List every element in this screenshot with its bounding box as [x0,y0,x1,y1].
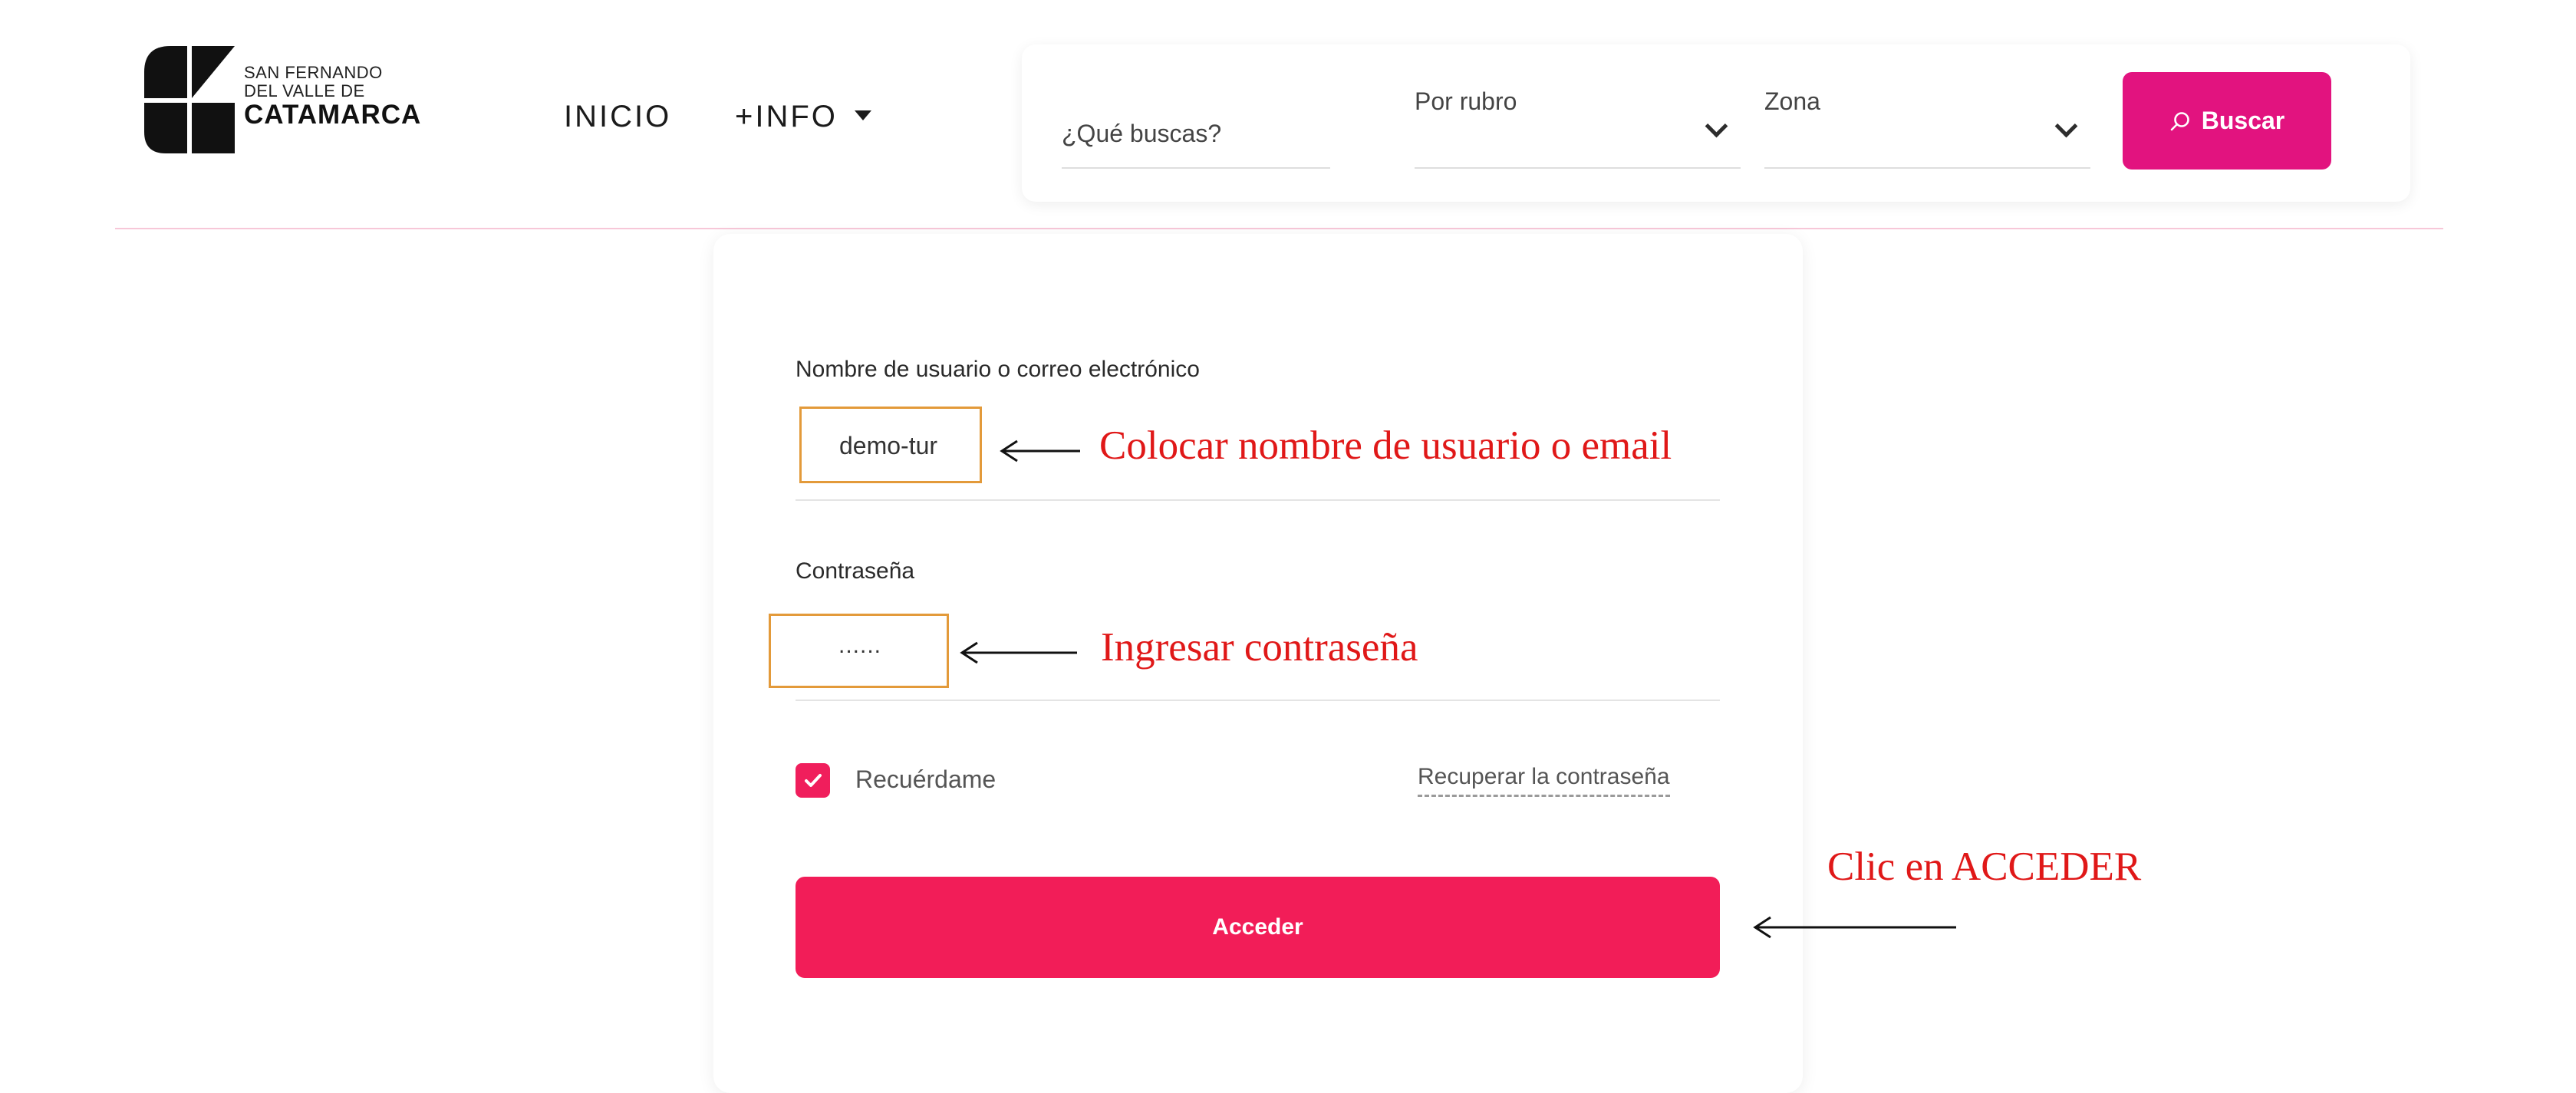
logo-wordmark: SAN FERNANDO DEL VALLE DE CATAMARCA [244,63,422,130]
search-query-placeholder: ¿Qué buscas? [1062,120,1222,147]
logo-line-2: DEL VALLE DE [244,81,365,100]
magnifier-icon [2170,111,2189,130]
password-label: Contraseña [796,558,915,584]
username-label: Nombre de usuario o correo electrónico [796,357,1200,382]
username-underline [796,499,1720,501]
rubro-select-label: Por rubro [1415,87,1517,115]
site-logo[interactable]: SAN FERNANDO DEL VALLE DE CATAMARCA [144,46,436,153]
zona-select-label: Zona [1764,87,1820,115]
nav-inicio[interactable]: INICIO [564,100,671,134]
search-panel: ¿Qué buscas? Por rubro Zona Buscar [1022,44,2410,202]
password-underline [796,700,1720,701]
search-button-label: Buscar [2201,107,2285,134]
arrow-left-icon [1753,916,1956,939]
nav-info-dropdown[interactable]: +INFO [735,100,871,134]
password-value: ...... [838,633,882,658]
username-value: demo-tur [839,432,938,459]
chevron-down-icon [2054,114,2078,138]
acceder-button[interactable]: Acceder [796,877,1720,978]
recover-password-link[interactable]: Recuperar la contraseña [1418,764,1670,797]
logo-line-1: SAN FERNANDO [244,63,383,82]
annotation-username: Colocar nombre de usuario o email [1099,423,1672,468]
check-icon [804,773,822,787]
san-fernando-logo-icon [144,46,235,153]
remember-checkbox[interactable] [796,763,830,798]
logo-line-3: CATAMARCA [244,100,422,130]
rubro-select[interactable]: Por rubro [1415,75,1741,169]
zona-select[interactable]: Zona [1764,75,2090,169]
annotation-password: Ingresar contraseña [1101,625,1418,670]
arrow-left-icon [1000,440,1080,463]
chevron-down-icon [1705,114,1728,138]
acceder-button-label: Acceder [1212,914,1303,940]
arrow-left-icon [960,641,1077,664]
search-button[interactable]: Buscar [2123,72,2331,170]
header-divider [115,228,2443,229]
annotation-submit: Clic en ACCEDER [1827,844,2142,889]
nav-info-label: +INFO [735,100,838,133]
remember-label[interactable]: Recuérdame [855,765,996,794]
search-query-input[interactable]: ¿Qué buscas? [1062,75,1330,169]
caret-down-icon [854,110,871,120]
